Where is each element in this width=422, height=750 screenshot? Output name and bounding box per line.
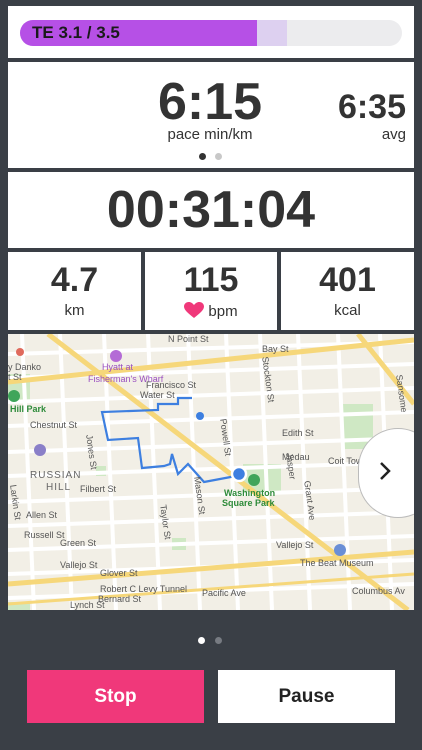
transit-pin-icon bbox=[34, 444, 46, 456]
map-label: Russell St bbox=[24, 530, 65, 540]
average-pace-label: avg bbox=[381, 126, 406, 143]
distance-value: 4.7 bbox=[50, 261, 99, 299]
distance-unit: km bbox=[64, 302, 85, 319]
chevron-right-icon[interactable] bbox=[378, 460, 392, 489]
park-pin-icon bbox=[8, 390, 20, 402]
map-label: Square Park bbox=[222, 498, 275, 508]
current-location-marker bbox=[230, 465, 248, 483]
map-label: Allen St bbox=[26, 510, 58, 520]
average-pace-value: 6:35 bbox=[337, 88, 406, 126]
map-label: Chestnut St bbox=[30, 420, 78, 430]
map-label: Pacific Ave bbox=[202, 588, 246, 598]
map-label: Vallejo St bbox=[276, 540, 314, 550]
map-label: N Point St bbox=[168, 334, 209, 344]
map-label: Hyatt at bbox=[102, 362, 134, 372]
map-label: Edith St bbox=[282, 428, 314, 438]
route-map[interactable]: y Danko Hyatt at Fisherman's Wharf Bay S… bbox=[8, 334, 414, 610]
map-label: Filbert St bbox=[80, 484, 117, 494]
map-label: y Danko bbox=[8, 362, 42, 372]
page-dot-active[interactable] bbox=[198, 637, 205, 644]
route-start-marker bbox=[196, 412, 204, 420]
map-label: RUSSIAN bbox=[30, 470, 82, 481]
map-label: HILL bbox=[46, 482, 72, 493]
map-label: Columbus Av bbox=[352, 586, 405, 596]
pace-page-dot-active[interactable] bbox=[199, 153, 206, 160]
pause-button[interactable]: Pause bbox=[218, 670, 395, 723]
heart-rate-value: 115 bbox=[183, 261, 239, 299]
calories-value: 401 bbox=[319, 261, 376, 299]
hotel-pin-icon bbox=[110, 350, 122, 362]
map-label: Washington bbox=[224, 488, 276, 498]
pace-value: 6:15 bbox=[157, 73, 263, 131]
pace-label: pace min/km bbox=[167, 126, 253, 143]
heart-icon bbox=[184, 302, 205, 323]
stop-button[interactable]: Stop bbox=[27, 670, 204, 723]
map-label: Green St bbox=[60, 538, 97, 548]
map-label: Bay St bbox=[262, 344, 289, 354]
page-dot[interactable] bbox=[215, 637, 222, 644]
map-label: Water St bbox=[140, 390, 175, 400]
park-pin-icon bbox=[248, 474, 260, 486]
map-label: Vallejo St bbox=[60, 560, 98, 570]
map-label: Glover St bbox=[100, 568, 138, 578]
heart-rate-label-row: bpm bbox=[145, 302, 277, 323]
map-label: Hill Park bbox=[10, 404, 47, 414]
map-label: t St bbox=[8, 372, 22, 382]
map-label: The Beat Museum bbox=[300, 558, 374, 568]
map-label: Robert C Levy Tunnel bbox=[100, 584, 188, 594]
heart-rate-unit: bpm bbox=[208, 303, 238, 320]
map-label: Francisco St bbox=[146, 380, 197, 390]
poi-pin-icon bbox=[16, 348, 24, 356]
pace-page-dot[interactable] bbox=[215, 153, 222, 160]
calories-unit: kcal bbox=[334, 302, 361, 319]
museum-pin-icon bbox=[334, 544, 346, 556]
duration-value: 00:31:04 bbox=[106, 181, 316, 239]
training-effect-label: TE 3.1 / 3.5 bbox=[32, 23, 120, 42]
map-label: Lynch St bbox=[70, 600, 105, 610]
